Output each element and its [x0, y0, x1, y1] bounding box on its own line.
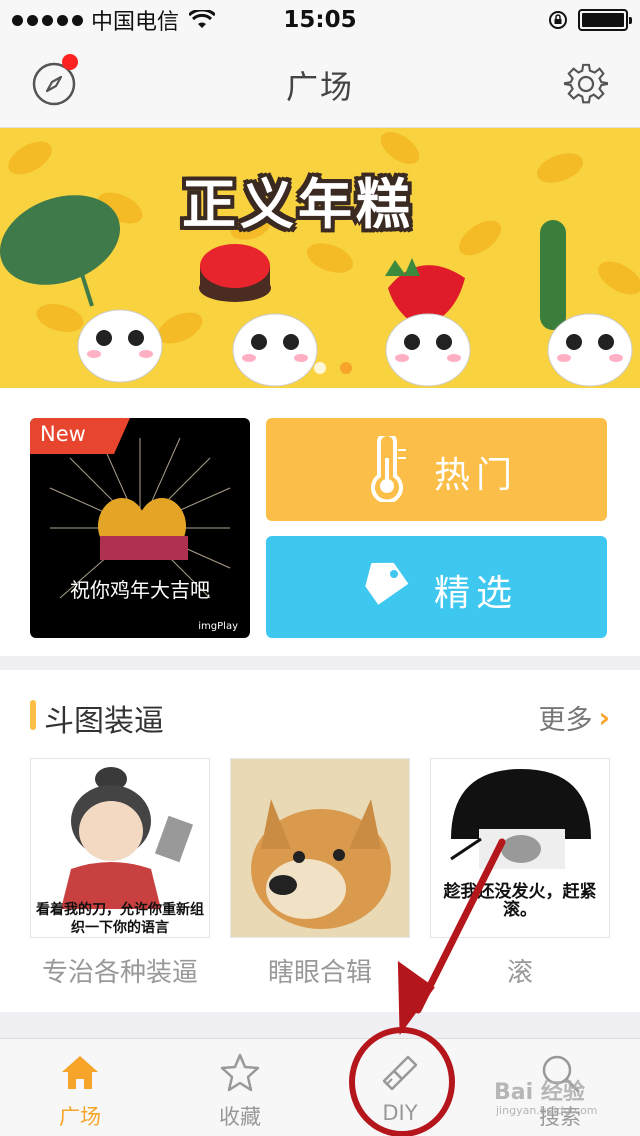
- gear-icon[interactable]: [564, 62, 608, 106]
- featured-button[interactable]: 精选: [266, 536, 607, 638]
- meme-thumbnail[interactable]: 看着我的刀，允许你重新组织一下你的语言: [30, 758, 210, 938]
- hot-button[interactable]: 热门: [266, 418, 607, 521]
- banner-carousel[interactable]: 正义年糕: [0, 128, 640, 388]
- doge-image: [231, 759, 409, 937]
- section-accent-bar: [30, 700, 36, 730]
- battery-icon: [578, 9, 632, 31]
- meme-thumbnail[interactable]: [230, 758, 410, 938]
- tab-square[interactable]: 广场: [0, 1039, 160, 1136]
- nav-bar: 广场: [0, 40, 640, 128]
- meme-image-text: 趁我还没发火，赶紧滚。: [443, 882, 597, 920]
- meme-thumbnail[interactable]: 趁我还没发火，赶紧滚。: [430, 758, 610, 938]
- carousel-dot-active[interactable]: [340, 362, 352, 374]
- carousel-page-indicator: [0, 362, 640, 374]
- home-icon: [62, 1056, 98, 1089]
- star-icon: [220, 1053, 260, 1092]
- gif-caption: 祝你鸡年大吉吧: [70, 578, 210, 602]
- section-title: 斗图装逼: [44, 704, 164, 739]
- chevron-right-icon: ›: [598, 701, 610, 734]
- tag-icon: [365, 562, 409, 605]
- featured-button-label: 精选: [434, 573, 519, 614]
- brush-icon: [382, 1055, 418, 1091]
- new-badge: New: [30, 418, 130, 454]
- page-title: 广场: [285, 68, 354, 106]
- tab-diy[interactable]: DIY: [320, 1039, 480, 1136]
- meme-caption[interactable]: 专治各种装逼: [30, 952, 210, 989]
- carousel-dot[interactable]: [288, 362, 300, 374]
- thermometer-icon: [371, 436, 406, 502]
- status-bar: 中国电信 15:05: [0, 0, 640, 40]
- meme-image-text: 看着我的刀，允许你重新组织一下你的语言: [36, 902, 204, 936]
- rotation-lock-icon: [549, 11, 567, 29]
- gif-watermark: imgPlay: [198, 621, 238, 632]
- tab-label: 广场: [59, 1105, 101, 1129]
- hot-button-label: 热门: [434, 455, 519, 496]
- new-gif-card[interactable]: New 祝你鸡年大吉吧 imgPlay: [30, 418, 250, 638]
- signal-strength-icon: [12, 14, 83, 26]
- meme-section: 斗图装逼 更多 › 看着我的刀，允许你重新组织一下你的语言 专治各种装逼 瞎眼合…: [0, 670, 640, 1012]
- feature-panel: New 祝你鸡年大吉吧 imgPlay 热门 精选: [0, 388, 640, 656]
- meme-caption[interactable]: 瞎眼合辑: [230, 952, 410, 989]
- more-label: 更多: [538, 705, 593, 736]
- meme-caption[interactable]: 滚: [430, 952, 610, 989]
- tab-label: DIY: [382, 1101, 418, 1125]
- baidu-watermark: Bai 经验: [494, 1080, 585, 1105]
- banner-characters-illustration: [0, 195, 633, 387]
- tab-label: 收藏: [219, 1105, 261, 1129]
- wifi-icon: [189, 10, 216, 28]
- carrier-name: 中国电信: [91, 10, 180, 35]
- baidu-watermark-url: jingyan.baidu.com: [496, 1104, 598, 1117]
- carousel-dot[interactable]: [314, 362, 326, 374]
- more-link[interactable]: 更多 ›: [538, 698, 610, 737]
- tab-favorites[interactable]: 收藏: [160, 1039, 320, 1136]
